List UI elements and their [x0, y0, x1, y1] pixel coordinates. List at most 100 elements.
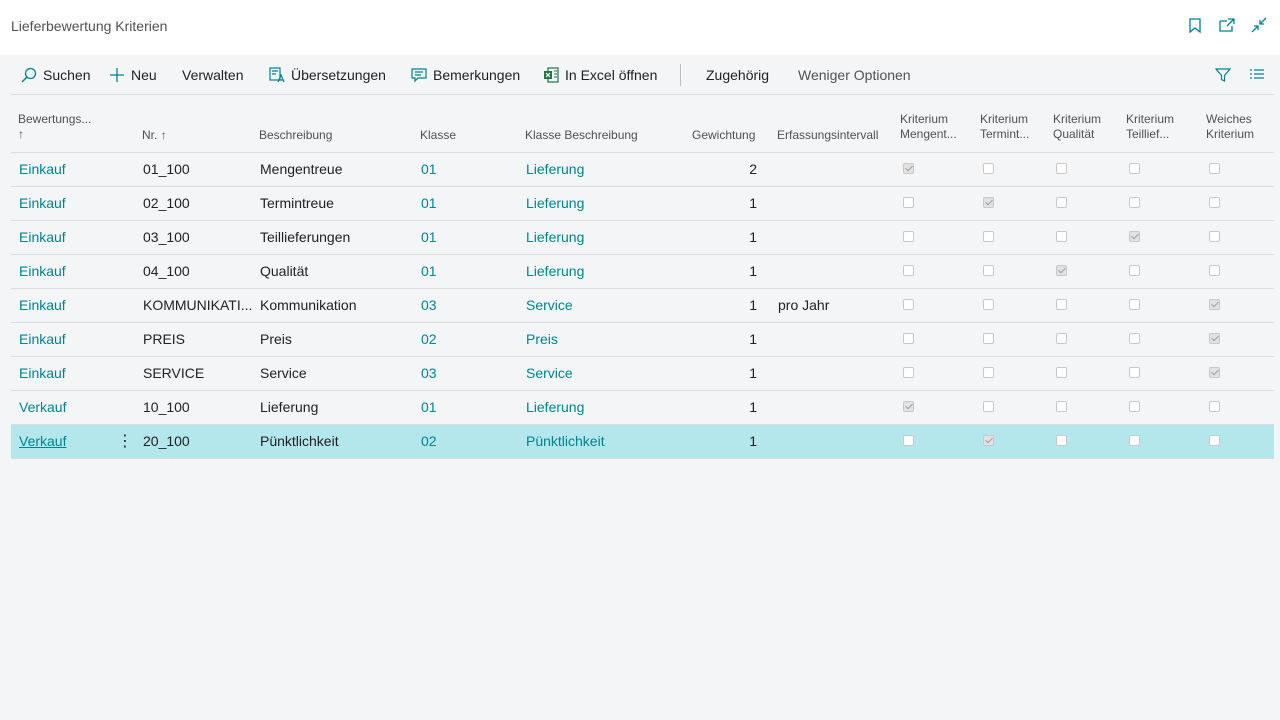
kriterium-termintreue-checkbox[interactable] [983, 401, 994, 412]
cell-klasse-beschreibung[interactable]: Lieferung [526, 153, 584, 186]
table-row[interactable]: Einkauf KOMMUNIKATI... Kommunikation 03 Serv… [11, 289, 1274, 323]
kriterium-termintreue-checkbox[interactable] [983, 163, 994, 174]
cell-klasse[interactable]: 03 [421, 357, 437, 390]
kriterium-qualitaet-checkbox[interactable] [1056, 401, 1067, 412]
table-row[interactable]: Einkauf 01_100 Mengentreue 01 Lieferung 2 [11, 153, 1274, 187]
kriterium-teillieferungen-checkbox[interactable] [1129, 163, 1140, 174]
cell-bewertung[interactable]: Einkauf [19, 221, 66, 254]
weiches-kriterium-checkbox[interactable] [1209, 231, 1220, 242]
cell-klasse[interactable]: 01 [421, 153, 437, 186]
col-kriterium-teillieferungen[interactable]: Kriterium Teillief... [1126, 112, 1174, 142]
cell-bewertung[interactable]: Einkauf [19, 153, 66, 186]
kriterium-mengentreue-checkbox[interactable] [903, 265, 914, 276]
weiches-kriterium-checkbox[interactable] [1209, 265, 1220, 276]
col-weiches-kriterium[interactable]: Weiches Kriterium [1206, 112, 1254, 142]
table-row[interactable]: Verkauf 20_100 Pünktlichkeit 02 Pünktlichkei… [11, 425, 1274, 459]
cell-klasse-beschreibung[interactable]: Lieferung [526, 221, 584, 254]
search-button[interactable]: Suchen [21, 56, 90, 94]
table-row[interactable]: Verkauf 10_100 Lieferung 01 Lieferung 1 [11, 391, 1274, 425]
kriterium-termintreue-checkbox[interactable] [983, 333, 994, 344]
kriterium-teillieferungen-checkbox[interactable] [1129, 367, 1140, 378]
col-beschreibung[interactable]: Beschreibung [259, 128, 332, 143]
kriterium-teillieferungen-checkbox[interactable] [1129, 299, 1140, 310]
comments-button[interactable]: Bemerkungen [411, 56, 520, 94]
translations-button[interactable]: Übersetzungen [269, 56, 386, 94]
col-bewertung[interactable]: Bewertungs... ↑ [18, 112, 91, 142]
kriterium-qualitaet-checkbox[interactable] [1056, 163, 1067, 174]
kriterium-qualitaet-checkbox[interactable] [1056, 333, 1067, 344]
cell-klasse-beschreibung[interactable]: Lieferung [526, 187, 584, 220]
weiches-kriterium-checkbox[interactable] [1209, 299, 1220, 310]
cell-klasse[interactable]: 01 [421, 391, 437, 424]
row-actions-icon[interactable]: ⋮ [117, 425, 133, 458]
col-nr[interactable]: Nr. ↑ [142, 128, 167, 143]
kriterium-qualitaet-checkbox[interactable] [1056, 367, 1067, 378]
new-button[interactable]: Neu [109, 56, 157, 94]
kriterium-mengentreue-checkbox[interactable] [903, 299, 914, 310]
cell-bewertung[interactable]: Verkauf [19, 425, 66, 458]
col-gewichtung[interactable]: Gewichtung [692, 128, 755, 143]
table-row[interactable]: Einkauf PREIS Preis 02 Preis 1 [11, 323, 1274, 357]
cell-klasse-beschreibung[interactable]: Pünktlichkeit [526, 425, 605, 458]
kriterium-qualitaet-checkbox[interactable] [1056, 197, 1067, 208]
cell-bewertung[interactable]: Einkauf [19, 357, 66, 390]
kriterium-termintreue-checkbox[interactable] [983, 367, 994, 378]
col-kriterium-qualitaet[interactable]: Kriterium Qualität [1053, 112, 1101, 142]
col-klasse[interactable]: Klasse [420, 128, 456, 143]
table-row[interactable]: Einkauf SERVICE Service 03 Service 1 [11, 357, 1274, 391]
list-view-icon[interactable] [1249, 56, 1265, 94]
kriterium-mengentreue-checkbox[interactable] [903, 435, 914, 446]
kriterium-qualitaet-checkbox[interactable] [1056, 231, 1067, 242]
col-klasse-beschreibung[interactable]: Klasse Beschreibung [525, 128, 638, 143]
kriterium-mengentreue-checkbox[interactable] [903, 367, 914, 378]
related-menu[interactable]: Zugehörig [706, 56, 769, 94]
cell-klasse-beschreibung[interactable]: Service [526, 289, 573, 322]
col-kriterium-termintreue[interactable]: Kriterium Termint... [980, 112, 1029, 142]
kriterium-mengentreue-checkbox[interactable] [903, 163, 914, 174]
cell-bewertung[interactable]: Einkauf [19, 289, 66, 322]
kriterium-teillieferungen-checkbox[interactable] [1129, 197, 1140, 208]
kriterium-termintreue-checkbox[interactable] [983, 265, 994, 276]
cell-klasse-beschreibung[interactable]: Service [526, 357, 573, 390]
cell-bewertung[interactable]: Verkauf [19, 391, 66, 424]
cell-klasse[interactable]: 02 [421, 323, 437, 356]
col-erfassungsintervall[interactable]: Erfassungsintervall [777, 128, 878, 143]
kriterium-mengentreue-checkbox[interactable] [903, 401, 914, 412]
col-kriterium-mengentreue[interactable]: Kriterium Mengent... [900, 112, 957, 142]
cell-klasse[interactable]: 01 [421, 255, 437, 288]
weiches-kriterium-checkbox[interactable] [1209, 367, 1220, 378]
kriterium-teillieferungen-checkbox[interactable] [1129, 401, 1140, 412]
kriterium-teillieferungen-checkbox[interactable] [1129, 333, 1140, 344]
cell-klasse[interactable]: 01 [421, 221, 437, 254]
kriterium-termintreue-checkbox[interactable] [983, 299, 994, 310]
open-in-excel-button[interactable]: In Excel öffnen [543, 56, 657, 94]
cell-klasse-beschreibung[interactable]: Lieferung [526, 255, 584, 288]
cell-klasse-beschreibung[interactable]: Preis [526, 323, 558, 356]
weiches-kriterium-checkbox[interactable] [1209, 197, 1220, 208]
kriterium-teillieferungen-checkbox[interactable] [1129, 265, 1140, 276]
kriterium-teillieferungen-checkbox[interactable] [1129, 231, 1140, 242]
kriterium-termintreue-checkbox[interactable] [983, 197, 994, 208]
bookmark-icon[interactable] [1186, 16, 1204, 34]
kriterium-qualitaet-checkbox[interactable] [1056, 265, 1067, 276]
weiches-kriterium-checkbox[interactable] [1209, 163, 1220, 174]
open-in-new-window-icon[interactable] [1218, 16, 1236, 34]
table-row[interactable]: Einkauf 03_100 Teillieferungen 01 Lieferung 1 [11, 221, 1274, 255]
weiches-kriterium-checkbox[interactable] [1209, 333, 1220, 344]
table-row[interactable]: Einkauf 02_100 Termintreue 01 Lieferung 1 [11, 187, 1274, 221]
weiches-kriterium-checkbox[interactable] [1209, 401, 1220, 412]
kriterium-termintreue-checkbox[interactable] [983, 435, 994, 446]
manage-menu[interactable]: Verwalten [182, 56, 243, 94]
kriterium-termintreue-checkbox[interactable] [983, 231, 994, 242]
cell-bewertung[interactable]: Einkauf [19, 323, 66, 356]
kriterium-mengentreue-checkbox[interactable] [903, 333, 914, 344]
cell-klasse[interactable]: 01 [421, 187, 437, 220]
table-row[interactable]: Einkauf 04_100 Qualität 01 Lieferung 1 [11, 255, 1274, 289]
cell-klasse[interactable]: 03 [421, 289, 437, 322]
kriterium-qualitaet-checkbox[interactable] [1056, 435, 1067, 446]
kriterium-mengentreue-checkbox[interactable] [903, 197, 914, 208]
collapse-icon[interactable] [1250, 16, 1268, 34]
cell-klasse[interactable]: 02 [421, 425, 437, 458]
kriterium-qualitaet-checkbox[interactable] [1056, 299, 1067, 310]
cell-bewertung[interactable]: Einkauf [19, 255, 66, 288]
